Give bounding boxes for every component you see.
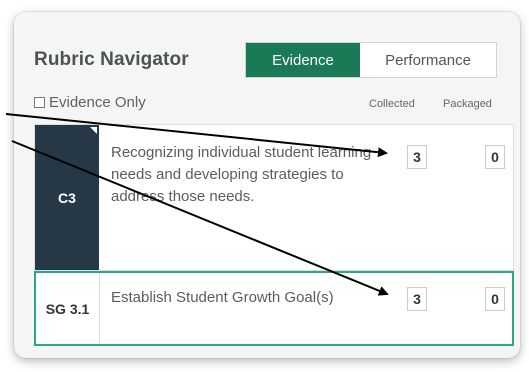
- rubric-navigator-panel: Rubric Navigator Evidence Performance Ev…: [14, 12, 520, 358]
- panel-title: Rubric Navigator: [34, 49, 189, 70]
- packaged-count[interactable]: 0: [485, 287, 505, 311]
- rubric-row-selected[interactable]: SG 3.1 Establish Student Growth Goal(s) …: [34, 271, 514, 346]
- rubric-row[interactable]: C3 Recognizing individual student learni…: [34, 124, 514, 271]
- row-description: Establish Student Growth Goal(s): [111, 289, 334, 306]
- evidence-only-filter[interactable]: Evidence Only: [34, 94, 146, 111]
- tab-evidence[interactable]: Evidence: [246, 43, 360, 77]
- corner-indicator-icon: [90, 127, 97, 134]
- packaged-count[interactable]: 0: [485, 145, 505, 169]
- view-toggle: Evidence Performance: [245, 42, 497, 78]
- evidence-only-label: Evidence Only: [49, 94, 146, 111]
- row-label: SG 3.1: [45, 300, 90, 317]
- evidence-only-checkbox[interactable]: [34, 97, 45, 108]
- row-label: C3: [58, 189, 76, 206]
- tab-performance[interactable]: Performance: [360, 43, 496, 77]
- row-label-cell: C3: [35, 125, 99, 270]
- row-label-cell: SG 3.1: [36, 273, 100, 344]
- row-description: Recognizing individual student learning …: [111, 144, 372, 205]
- column-header-packaged: Packaged: [443, 98, 492, 110]
- column-header-collected: Collected: [369, 98, 415, 110]
- collected-count[interactable]: 3: [407, 287, 427, 311]
- collected-count[interactable]: 3: [407, 145, 427, 169]
